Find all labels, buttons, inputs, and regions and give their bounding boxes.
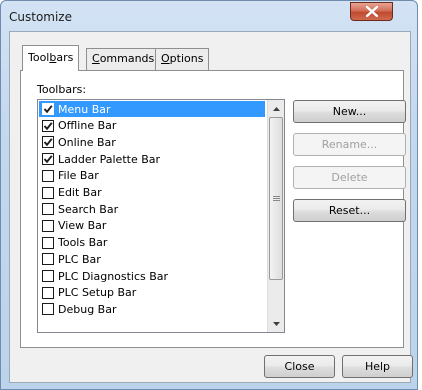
checkbox[interactable]	[42, 236, 54, 249]
checkbox[interactable]	[42, 219, 54, 232]
reset-button[interactable]: Reset...	[293, 199, 406, 222]
rename-button[interactable]: Rename...	[293, 133, 406, 156]
list-item[interactable]: Offline Bar	[39, 118, 265, 134]
list-item-label: Tools Bar	[58, 236, 108, 250]
list-item[interactable]: PLC Diagnostics Bar	[39, 268, 265, 284]
tab-label-mnemonic: O	[161, 52, 170, 65]
checkbox[interactable]	[42, 286, 54, 299]
checkmark-icon	[43, 155, 53, 164]
list-item-label: PLC Bar	[58, 252, 101, 266]
list-item[interactable]: Tools Bar	[39, 235, 265, 251]
list-item-label: Menu Bar	[58, 102, 111, 116]
new-button[interactable]: New...	[293, 100, 406, 123]
checkmark-icon	[43, 105, 53, 114]
list-item-label: Offline Bar	[58, 119, 117, 133]
list-item-label: File Bar	[58, 169, 99, 183]
list-item-label: Online Bar	[58, 135, 116, 149]
checkbox[interactable]	[42, 169, 54, 182]
tab-toolbars[interactable]: Toolbars	[22, 45, 80, 71]
chevron-up-icon	[272, 106, 280, 111]
list-item-label: Ladder Palette Bar	[58, 152, 161, 166]
toolbars-list[interactable]: Menu Bar Offline Bar Online Bar Ladder Pale…	[37, 99, 285, 333]
title-bar[interactable]: Customize	[1, 1, 417, 31]
list-item[interactable]: Search Bar	[39, 201, 265, 217]
scroll-thumb[interactable]	[269, 117, 283, 280]
list-item-label: Search Bar	[58, 202, 119, 216]
tab-label-mnemonic: C	[92, 52, 100, 65]
tab-label-part: Tool	[28, 51, 50, 64]
checkbox[interactable]	[42, 203, 54, 216]
scroll-down-arrow[interactable]	[268, 315, 284, 332]
list-item[interactable]: PLC Setup Bar	[39, 285, 265, 301]
tab-commands[interactable]: Commands	[86, 48, 161, 70]
checkbox[interactable]	[42, 253, 54, 266]
list-item[interactable]: PLC Bar	[39, 251, 265, 267]
scroll-up-arrow[interactable]	[268, 100, 284, 117]
close-button[interactable]: Close	[264, 355, 335, 378]
checkbox[interactable]	[42, 136, 54, 149]
list-item[interactable]: Menu Bar	[39, 101, 265, 117]
window-title: Customize	[9, 10, 72, 24]
list-item[interactable]: Debug Bar	[39, 301, 265, 317]
list-item-label: Edit Bar	[58, 186, 102, 199]
checkbox[interactable]	[42, 103, 54, 115]
list-item[interactable]: Edit Bar	[39, 185, 265, 201]
list-item[interactable]: File Bar	[39, 168, 265, 184]
list-item[interactable]: Online Bar	[39, 134, 265, 150]
list-item-label: View Bar	[58, 219, 107, 233]
list-item-label: PLC Setup Bar	[58, 286, 137, 300]
checkmark-icon	[43, 121, 53, 130]
help-button[interactable]: Help	[342, 355, 413, 378]
window-close-button[interactable]	[350, 2, 393, 21]
close-icon	[365, 6, 378, 17]
tab-label-part: ars	[56, 51, 74, 64]
list-item-label: PLC Diagnostics Bar	[58, 269, 169, 283]
list-item-label: Debug Bar	[58, 302, 117, 316]
tab-options[interactable]: Options	[155, 48, 210, 70]
checkbox[interactable]	[42, 186, 54, 199]
checkbox[interactable]	[42, 119, 54, 132]
grip-icon	[272, 195, 280, 201]
list-item[interactable]: View Bar	[39, 218, 265, 234]
list-item[interactable]: Ladder Palette Bar	[39, 151, 265, 167]
checkbox[interactable]	[42, 270, 54, 282]
toolbars-label: Toolbars:	[37, 83, 87, 96]
checkbox[interactable]	[42, 153, 54, 166]
delete-button[interactable]: Delete	[293, 166, 406, 189]
chevron-down-icon	[272, 321, 280, 326]
checkbox[interactable]	[42, 303, 54, 316]
tab-label-part: ptions	[169, 52, 204, 65]
list-scrollbar[interactable]	[267, 100, 284, 332]
tab-label-part: ommands	[99, 52, 155, 65]
checkmark-icon	[43, 138, 53, 147]
